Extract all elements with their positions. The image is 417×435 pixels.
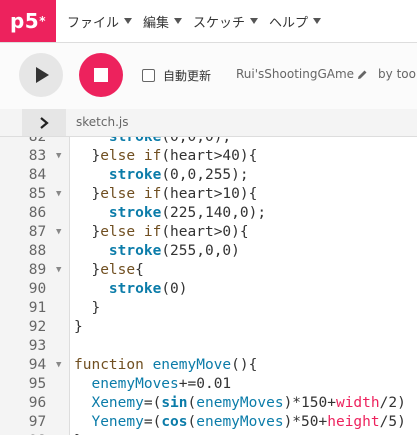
- menu-help[interactable]: ヘルプ: [269, 12, 322, 31]
- line-number: 87: [20, 224, 47, 240]
- code-line[interactable]: 82 stroke(0,0,0);: [0, 137, 417, 147]
- code-line[interactable]: 88 stroke(255,0,0): [0, 242, 417, 261]
- menubar: p5 * ファイル 編集 スケッチ ヘルプ: [0, 0, 417, 43]
- autorefresh-toggle[interactable]: 自動更新: [142, 67, 211, 84]
- code-text: function enemyMove(){: [74, 357, 258, 373]
- file-tab-sketch-js[interactable]: sketch.js: [76, 115, 128, 129]
- sketch-byline: by too: [378, 67, 416, 81]
- line-number: 90: [20, 281, 47, 297]
- fold-arrow-icon[interactable]: ▼: [56, 185, 61, 204]
- code-line[interactable]: 84 stroke(0,0,255);: [0, 166, 417, 185]
- code-text: stroke(0,0,255);: [108, 167, 249, 183]
- code-line[interactable]: 93: [0, 337, 417, 356]
- stop-button[interactable]: [79, 53, 123, 97]
- line-number: 83: [20, 148, 47, 164]
- play-button[interactable]: [19, 53, 63, 97]
- fold-arrow-icon[interactable]: ▼: [56, 261, 61, 280]
- code-line[interactable]: 91 }: [0, 299, 417, 318]
- file-tab-bar: sketch.js: [0, 109, 417, 137]
- line-number: 91: [20, 300, 47, 316]
- menu-sketch-label: スケッチ: [193, 15, 246, 31]
- line-number: 92: [20, 319, 47, 335]
- code-text: }: [74, 300, 101, 316]
- menu-file-label: ファイル: [67, 15, 120, 31]
- chevron-down-icon: [124, 18, 133, 24]
- sketch-name[interactable]: Rui'sShootingGAme: [236, 67, 354, 81]
- autorefresh-label: 自動更新: [163, 69, 212, 83]
- code-text: stroke(255,0,0): [108, 243, 240, 259]
- line-number: 82: [20, 137, 47, 145]
- line-number: 94: [20, 357, 47, 373]
- code-line[interactable]: 90 stroke(0): [0, 280, 417, 299]
- chevron-right-icon: [40, 116, 49, 129]
- line-number: 86: [20, 205, 47, 221]
- chevron-down-icon: [250, 18, 259, 24]
- menu-edit[interactable]: 編集: [143, 12, 183, 31]
- menu-help-label: ヘルプ: [269, 15, 309, 31]
- menu-sketch[interactable]: スケッチ: [193, 12, 259, 31]
- fold-arrow-icon[interactable]: ▼: [56, 223, 61, 242]
- p5-logo[interactable]: p5 *: [0, 0, 56, 42]
- sidebar-toggle-button[interactable]: [22, 109, 66, 136]
- autorefresh-checkbox[interactable]: [142, 69, 155, 82]
- code-editor[interactable]: 82 stroke(0,0,0); 83 ▼ }else if(heart>40)…: [0, 137, 417, 435]
- code-line[interactable]: 94 ▼ function enemyMove(){: [0, 356, 417, 375]
- line-number: 89: [20, 262, 47, 278]
- code-text: stroke(0,0,0);: [108, 137, 232, 145]
- line-number: 95: [20, 376, 47, 392]
- line-number: 85: [20, 186, 47, 202]
- fold-arrow-icon[interactable]: ▼: [56, 147, 61, 166]
- code-lines[interactable]: 82 stroke(0,0,0); 83 ▼ }else if(heart>40)…: [0, 137, 417, 435]
- line-number: 97: [20, 414, 47, 430]
- code-text: }else if(heart>0){: [74, 224, 249, 240]
- code-line[interactable]: 83 ▼ }else if(heart>40){: [0, 147, 417, 166]
- line-number: 93: [20, 338, 47, 354]
- code-text: }: [74, 319, 83, 335]
- code-line[interactable]: 89 ▼ }else{: [0, 261, 417, 280]
- play-icon: [36, 67, 49, 83]
- code-text: }else if(heart>10){: [74, 186, 258, 202]
- code-text: }else{: [74, 262, 144, 278]
- stop-icon: [94, 68, 108, 82]
- code-line[interactable]: 96 Xenemy=(sin(enemyMoves)*150+width/2): [0, 394, 417, 413]
- code-text: stroke(0): [108, 281, 188, 297]
- chevron-down-icon: [313, 18, 322, 24]
- code-line[interactable]: 86 stroke(225,140,0);: [0, 204, 417, 223]
- menu-file[interactable]: ファイル: [67, 12, 133, 31]
- code-line[interactable]: 85 ▼ }else if(heart>10){: [0, 185, 417, 204]
- code-line[interactable]: 95 enemyMoves+=0.01: [0, 375, 417, 394]
- code-line[interactable]: 87 ▼ }else if(heart>0){: [0, 223, 417, 242]
- menu-edit-label: 編集: [143, 15, 170, 31]
- code-text: Yenemy=(cos(enemyMoves)*50+height/5): [91, 414, 406, 430]
- code-line[interactable]: 92}: [0, 318, 417, 337]
- code-text: Xenemy=(sin(enemyMoves)*150+width/2): [91, 395, 406, 411]
- code-text: }else if(heart>40){: [74, 148, 258, 164]
- pencil-icon[interactable]: [357, 69, 368, 80]
- line-number: 84: [20, 167, 47, 183]
- line-number: 88: [20, 243, 47, 259]
- code-line[interactable]: 97 Yenemy=(cos(enemyMoves)*50+height/5): [0, 413, 417, 432]
- code-text: enemyMoves+=0.01: [91, 376, 232, 392]
- line-number: 96: [20, 395, 47, 411]
- code-text: stroke(225,140,0);: [108, 205, 267, 221]
- sketch-name-area[interactable]: Rui'sShootingGAme by too: [236, 67, 416, 81]
- chevron-down-icon: [174, 18, 183, 24]
- toolbar: 自動更新 Rui'sShootingGAme by too: [0, 43, 417, 106]
- fold-arrow-icon[interactable]: ▼: [56, 356, 61, 375]
